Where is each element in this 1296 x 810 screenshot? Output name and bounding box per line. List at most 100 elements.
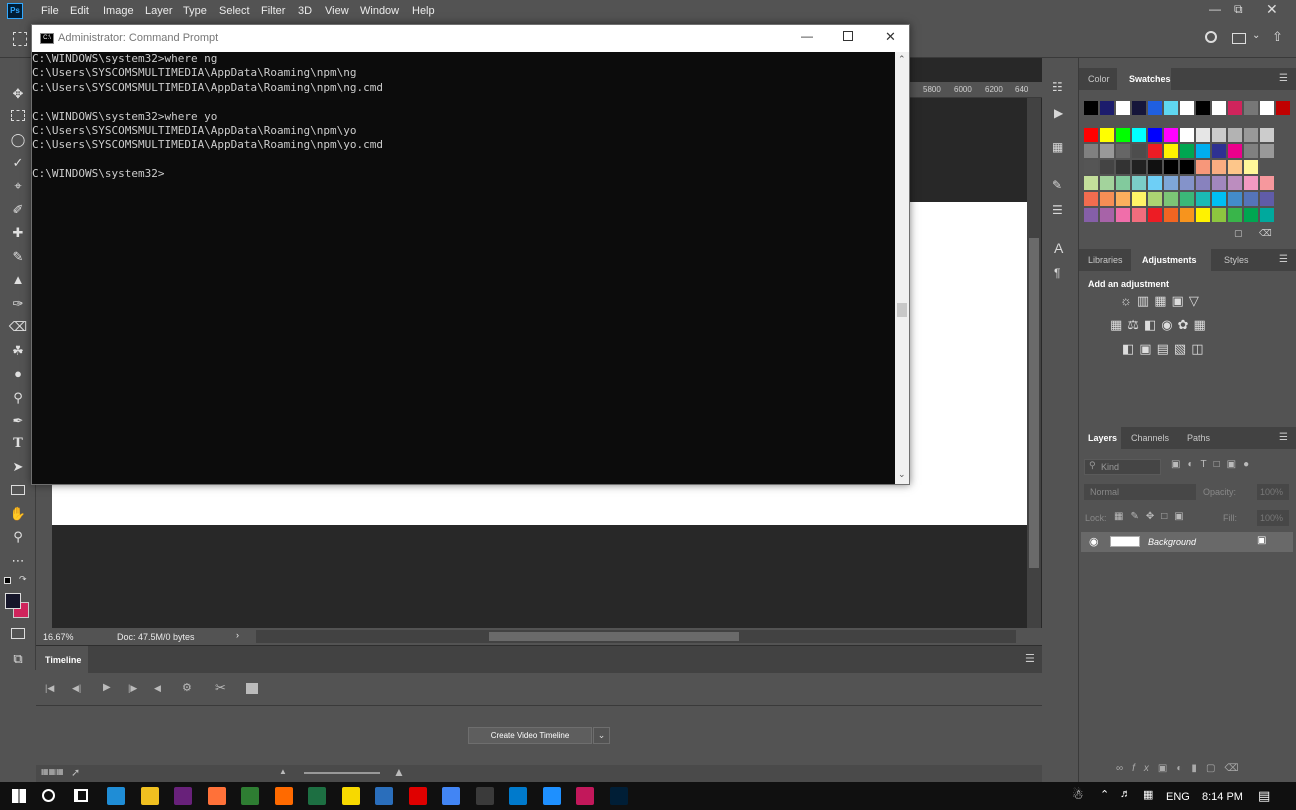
paragraph-icon[interactable]: ¶ bbox=[1054, 266, 1060, 280]
taskbar-app-icon[interactable] bbox=[308, 787, 326, 805]
swatch[interactable] bbox=[1212, 144, 1226, 158]
create-video-timeline-button[interactable]: Create Video Timeline bbox=[468, 727, 592, 744]
menu-file[interactable]: File bbox=[41, 5, 59, 17]
taskbar-app-icon[interactable] bbox=[274, 787, 293, 805]
character-icon[interactable]: A bbox=[1054, 240, 1063, 256]
healing-icon[interactable]: ✚ bbox=[8, 224, 28, 242]
swatch[interactable] bbox=[1132, 192, 1146, 206]
swatch[interactable] bbox=[1196, 144, 1210, 158]
type-icon[interactable]: T bbox=[8, 435, 28, 453]
scissors-icon[interactable]: ✂ bbox=[215, 680, 226, 696]
swatch[interactable] bbox=[1244, 101, 1258, 115]
swatch[interactable] bbox=[1260, 208, 1274, 222]
swatch[interactable] bbox=[1196, 101, 1210, 115]
swatch[interactable] bbox=[1276, 101, 1290, 115]
swatch[interactable] bbox=[1212, 208, 1226, 222]
swatch[interactable] bbox=[1116, 160, 1130, 174]
actions-icon[interactable]: ▶ bbox=[1054, 106, 1063, 120]
adjust-icon[interactable]: ☰ bbox=[1052, 203, 1063, 217]
tab-adjustments[interactable]: Adjustments bbox=[1131, 249, 1211, 271]
menu-select[interactable]: Select bbox=[219, 5, 250, 17]
taskbar-app-icon[interactable] bbox=[107, 787, 125, 805]
swatch[interactable] bbox=[1196, 208, 1210, 222]
swatch[interactable] bbox=[1244, 128, 1258, 142]
quick-select-icon[interactable]: ✓ bbox=[8, 154, 28, 172]
swatch[interactable] bbox=[1084, 176, 1098, 190]
scroll-thumb[interactable] bbox=[1029, 238, 1039, 568]
workspace-icon[interactable] bbox=[1232, 33, 1246, 44]
transition-icon[interactable] bbox=[246, 683, 258, 694]
swatch[interactable] bbox=[1100, 160, 1114, 174]
menu-edit[interactable]: Edit bbox=[70, 5, 89, 17]
menu-layer[interactable]: Layer bbox=[145, 5, 173, 17]
next-frame-icon[interactable]: |▶ bbox=[128, 683, 137, 694]
fx-icon[interactable]: fx bbox=[1132, 763, 1158, 774]
task-view-icon[interactable] bbox=[74, 789, 88, 802]
swatch[interactable] bbox=[1228, 192, 1242, 206]
selective-color-icon[interactable]: ◫ bbox=[1191, 341, 1208, 356]
swatch[interactable] bbox=[1196, 160, 1210, 174]
swatch[interactable] bbox=[1228, 160, 1242, 174]
menu-help[interactable]: Help bbox=[412, 5, 435, 17]
swatch[interactable] bbox=[1116, 128, 1130, 142]
zoom-icon[interactable]: ⚲ bbox=[8, 528, 28, 546]
timeline-tab[interactable]: Timeline bbox=[36, 646, 88, 673]
taskbar-app-icon[interactable] bbox=[609, 787, 628, 805]
zoom-in-icon[interactable]: ▲ bbox=[393, 765, 405, 779]
lock-artboard-icon[interactable]: □ bbox=[1161, 511, 1174, 522]
swatch[interactable] bbox=[1132, 101, 1146, 115]
swatch[interactable] bbox=[1180, 128, 1194, 142]
eyedropper-icon[interactable]: ✐ bbox=[8, 201, 28, 219]
move-icon[interactable]: ✥ bbox=[8, 85, 28, 103]
swatch[interactable] bbox=[1180, 192, 1194, 206]
swatch[interactable] bbox=[1180, 144, 1194, 158]
minimize-icon[interactable]: — bbox=[801, 29, 813, 43]
new-layer-icon[interactable]: ▢ bbox=[1206, 763, 1224, 774]
lasso-icon[interactable]: ◯ bbox=[8, 131, 28, 149]
taskbar-app-icon[interactable] bbox=[140, 787, 159, 805]
swatch[interactable] bbox=[1196, 192, 1210, 206]
swatch[interactable] bbox=[1212, 176, 1226, 190]
taskbar-app-icon[interactable] bbox=[442, 787, 460, 805]
adjustment-layer-icon[interactable]: ◐ bbox=[1176, 763, 1191, 774]
swatch[interactable] bbox=[1260, 144, 1274, 158]
horizontal-scrollbar[interactable] bbox=[256, 630, 1016, 643]
trash-icon[interactable]: ⌫ bbox=[1224, 763, 1247, 774]
swatch[interactable] bbox=[1132, 128, 1146, 142]
notification-icon[interactable]: ▤ bbox=[1258, 788, 1270, 804]
panel-menu-icon[interactable]: ☰ bbox=[1279, 432, 1288, 443]
swatch[interactable] bbox=[1260, 101, 1274, 115]
vertical-scrollbar[interactable] bbox=[1027, 98, 1041, 628]
swatch[interactable] bbox=[1196, 176, 1210, 190]
folder-icon[interactable]: ▮ bbox=[1191, 763, 1206, 774]
first-frame-icon[interactable]: |◀ bbox=[45, 683, 54, 694]
history-icon[interactable]: ☷ bbox=[1052, 80, 1063, 94]
opacity-input[interactable]: 100% bbox=[1257, 484, 1289, 500]
swatch[interactable] bbox=[1148, 192, 1162, 206]
swatch[interactable] bbox=[1244, 192, 1258, 206]
zoom-level[interactable]: 16.67% bbox=[43, 632, 74, 642]
tab-styles[interactable]: Styles bbox=[1219, 249, 1249, 271]
tab-swatches[interactable]: Swatches bbox=[1117, 68, 1171, 90]
panel-menu-icon[interactable]: ☰ bbox=[1279, 73, 1288, 84]
taskbar-app-icon[interactable] bbox=[509, 787, 527, 805]
taskbar-app-icon[interactable] bbox=[576, 787, 594, 805]
swatch[interactable] bbox=[1196, 128, 1210, 142]
share-icon[interactable]: ⇧ bbox=[1272, 29, 1283, 45]
properties-icon[interactable]: ▦ bbox=[1052, 140, 1063, 154]
swatch[interactable] bbox=[1228, 144, 1242, 158]
default-colors-icon[interactable] bbox=[4, 577, 11, 584]
swatch[interactable] bbox=[1084, 192, 1098, 206]
swatch[interactable] bbox=[1148, 144, 1162, 158]
minimize-icon[interactable]: — bbox=[1209, 2, 1221, 16]
swatch[interactable] bbox=[1084, 160, 1098, 174]
people-icon[interactable]: ☃ bbox=[1072, 787, 1084, 803]
adjust-filter-icon[interactable]: ◐ bbox=[1187, 459, 1200, 470]
swatch[interactable] bbox=[1228, 128, 1242, 142]
tab-libraries[interactable]: Libraries bbox=[1079, 249, 1131, 271]
menu-view[interactable]: View bbox=[325, 5, 349, 17]
maximize-icon[interactable] bbox=[843, 31, 853, 41]
convert-icon[interactable]: ➚ bbox=[71, 766, 80, 779]
brush-icon[interactable]: ✎ bbox=[8, 248, 28, 266]
swatch[interactable] bbox=[1164, 192, 1178, 206]
